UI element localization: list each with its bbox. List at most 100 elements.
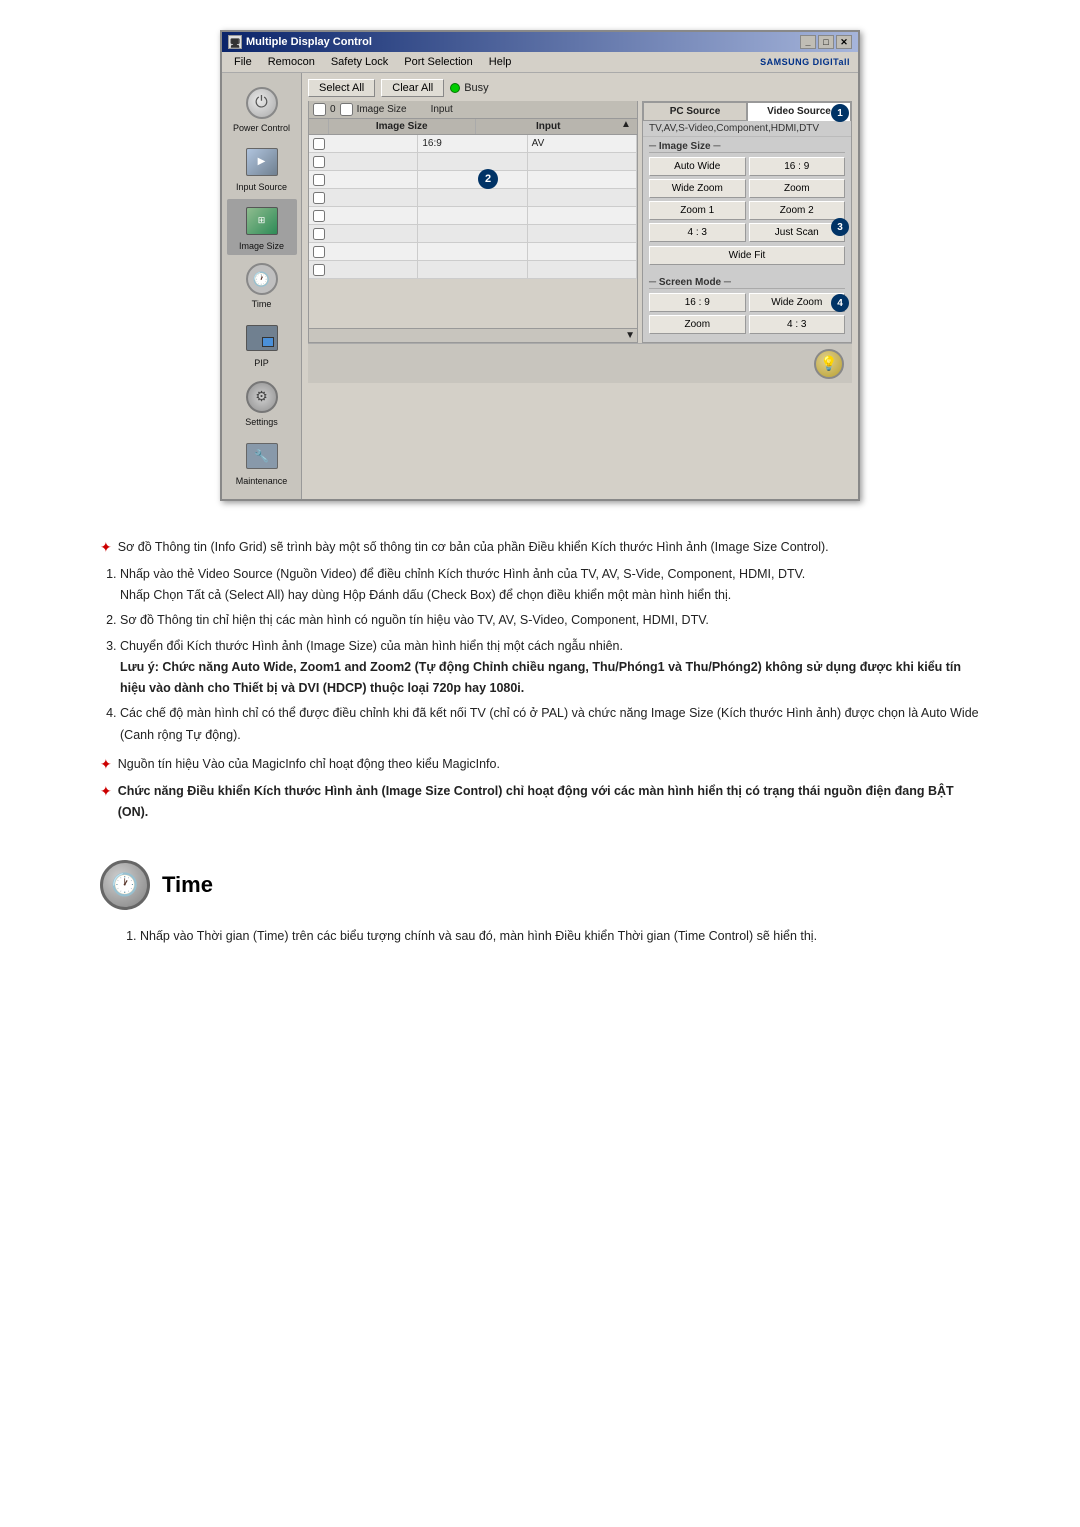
btn-zoom[interactable]: Zoom: [749, 179, 846, 198]
page: 🖥 Multiple Display Control _ □ ✕ File Re…: [0, 0, 1080, 1011]
menu-file[interactable]: File: [226, 54, 260, 70]
menu-safetylock[interactable]: Safety Lock: [323, 54, 396, 70]
row-check-cell-6[interactable]: [309, 225, 418, 242]
clear-all-button[interactable]: Clear All: [381, 79, 444, 97]
sidebar-item-maintenance[interactable]: 🔧 Maintenance: [227, 434, 297, 491]
star-item-3: ✦ Chức năng Điều khiển Kích thước Hình ả…: [100, 781, 980, 824]
table-row: [309, 261, 637, 279]
tab-pc-source[interactable]: PC Source: [643, 102, 747, 121]
btn-sm-zoom[interactable]: Zoom: [649, 315, 746, 334]
row-cell-c: [418, 171, 527, 188]
title-controls[interactable]: _ □ ✕: [800, 35, 852, 49]
sidebar-item-settings[interactable]: ⚙ Settings: [227, 375, 297, 432]
toolbar: Select All Clear All Busy: [308, 79, 852, 97]
samsung-logo: SAMSUNG DIGITall: [760, 57, 854, 67]
scroll-up[interactable]: ▲: [621, 119, 637, 134]
time-section-title: Time: [162, 872, 213, 898]
menu-bar: File Remocon Safety Lock Port Selection …: [222, 52, 858, 73]
right-panel: 1 3 4 PC Source Video Source TV,: [642, 101, 852, 343]
busy-indicator: Busy: [450, 82, 488, 94]
btn-wide-fit[interactable]: Wide Fit: [649, 246, 845, 265]
row-check-cell-4[interactable]: [309, 189, 418, 206]
row-check-cell-5[interactable]: [309, 207, 418, 224]
btn-16-9[interactable]: 16 : 9: [749, 157, 846, 176]
callout-1: 1: [831, 104, 849, 122]
sidebar-label-settings: Settings: [245, 417, 278, 428]
settings-icon-shape: ⚙: [246, 381, 278, 413]
display-grid-area: 0 Image Size Input Image Size Input ▲: [308, 101, 638, 343]
power-icon: [244, 85, 280, 121]
list-item-4: Các chế độ màn hình chỉ có thể được điều…: [120, 703, 980, 746]
list-item-3-main: Chuyển đổi Kích thước Hình ảnh (Image Si…: [120, 639, 623, 653]
row-check-cell-8[interactable]: [309, 261, 418, 278]
main-content: Select All Clear All Busy 2: [302, 73, 858, 499]
sidebar-item-time[interactable]: 🕐 Time: [227, 257, 297, 314]
grid-col-imagesize-header: Image Size: [329, 119, 476, 134]
btn-4-3[interactable]: 4 : 3: [649, 223, 746, 242]
menu-help[interactable]: Help: [481, 54, 520, 70]
row-cell-e: [418, 189, 527, 206]
image-size-title: ─ Image Size ─: [649, 141, 845, 153]
list-item-2: Sơ đồ Thông tin chỉ hiện thị các màn hìn…: [120, 610, 980, 631]
check-col1[interactable]: [313, 103, 326, 116]
app-bottom: 💡: [308, 343, 852, 383]
numbered-list: Nhấp vào thẻ Video Source (Nguồn Video) …: [100, 564, 980, 746]
btn-sm-4-3[interactable]: 4 : 3: [749, 315, 846, 334]
btn-zoom1[interactable]: Zoom 1: [649, 201, 746, 220]
menu-remocon[interactable]: Remocon: [260, 54, 323, 70]
sidebar-item-power-control[interactable]: Power Control: [227, 81, 297, 138]
check-col2[interactable]: [340, 103, 353, 116]
list-item-4-text: Các chế độ màn hình chỉ có thể được điều…: [120, 706, 979, 741]
sidebar-item-image-size[interactable]: ⊞ Image Size: [227, 199, 297, 256]
row-check-cell[interactable]: [309, 135, 418, 152]
row-checkbox-6[interactable]: [313, 228, 325, 240]
scroll-down-btn[interactable]: ▼: [625, 330, 635, 341]
row-imagesize-cell: 16:9: [418, 135, 527, 152]
sidebar-item-input-source[interactable]: ▶ Input Source: [227, 140, 297, 197]
row-check-cell-3[interactable]: [309, 171, 418, 188]
app-body: Power Control ▶ Input Source ⊞ Image Siz…: [222, 73, 858, 499]
wide-fit-row: Wide Fit: [649, 246, 845, 265]
sidebar-item-pip[interactable]: PIP: [227, 316, 297, 373]
row-check-cell-7[interactable]: [309, 243, 418, 260]
sidebar: Power Control ▶ Input Source ⊞ Image Siz…: [222, 73, 302, 499]
sidebar-label-pip: PIP: [254, 358, 269, 369]
time-icon-shape: 🕐: [246, 263, 278, 295]
row-cell-l: [528, 243, 637, 260]
grid-body: 16:9 AV: [308, 135, 638, 329]
grid-check-row: 0 Image Size Input: [308, 101, 638, 119]
row-checkbox-7[interactable]: [313, 246, 325, 258]
star-item-1: ✦ Sơ đồ Thông tin (Info Grid) sẽ trình b…: [100, 537, 980, 558]
star-sym-1: ✦: [100, 537, 112, 558]
row-checkbox-5[interactable]: [313, 210, 325, 222]
table-row: [309, 207, 637, 225]
row-checkbox-3[interactable]: [313, 174, 325, 186]
menu-portselection[interactable]: Port Selection: [396, 54, 480, 70]
callout-3: 3: [831, 218, 849, 236]
btn-auto-wide[interactable]: Auto Wide: [649, 157, 746, 176]
minimize-button[interactable]: _: [800, 35, 816, 49]
btn-wide-zoom[interactable]: Wide Zoom: [649, 179, 746, 198]
screen-mode-title: ─ Screen Mode ─: [649, 277, 845, 289]
imagesize-icon-shape: ⊞: [246, 207, 278, 235]
select-all-button[interactable]: Select All: [308, 79, 375, 97]
grid-scroll-area: ▼: [308, 329, 638, 343]
row-cell-a: [418, 153, 527, 170]
close-button[interactable]: ✕: [836, 35, 852, 49]
image-size-col-header: Image Size: [357, 104, 407, 115]
table-row: 16:9 AV: [309, 135, 637, 153]
check-label-0: 0: [330, 104, 336, 115]
btn-zoom2[interactable]: Zoom 2: [749, 201, 846, 220]
row-check-cell-2[interactable]: [309, 153, 418, 170]
row-checkbox-4[interactable]: [313, 192, 325, 204]
star-text-2: Nguồn tín hiệu Vào của MagicInfo chỉ hoạ…: [118, 754, 500, 775]
btn-sm-16-9[interactable]: 16 : 9: [649, 293, 746, 312]
list-item-3: Chuyển đổi Kích thước Hình ảnh (Image Si…: [120, 636, 980, 700]
row-checkbox-8[interactable]: [313, 264, 325, 276]
maximize-button[interactable]: □: [818, 35, 834, 49]
row-checkbox-2[interactable]: [313, 156, 325, 168]
list-item-1-sub: Nhấp Chọn Tất cả (Select All) hay dùng H…: [120, 588, 731, 602]
menu-bar-left: File Remocon Safety Lock Port Selection …: [226, 54, 519, 70]
title-bar-left: 🖥 Multiple Display Control: [228, 35, 372, 49]
row-checkbox[interactable]: [313, 138, 325, 150]
